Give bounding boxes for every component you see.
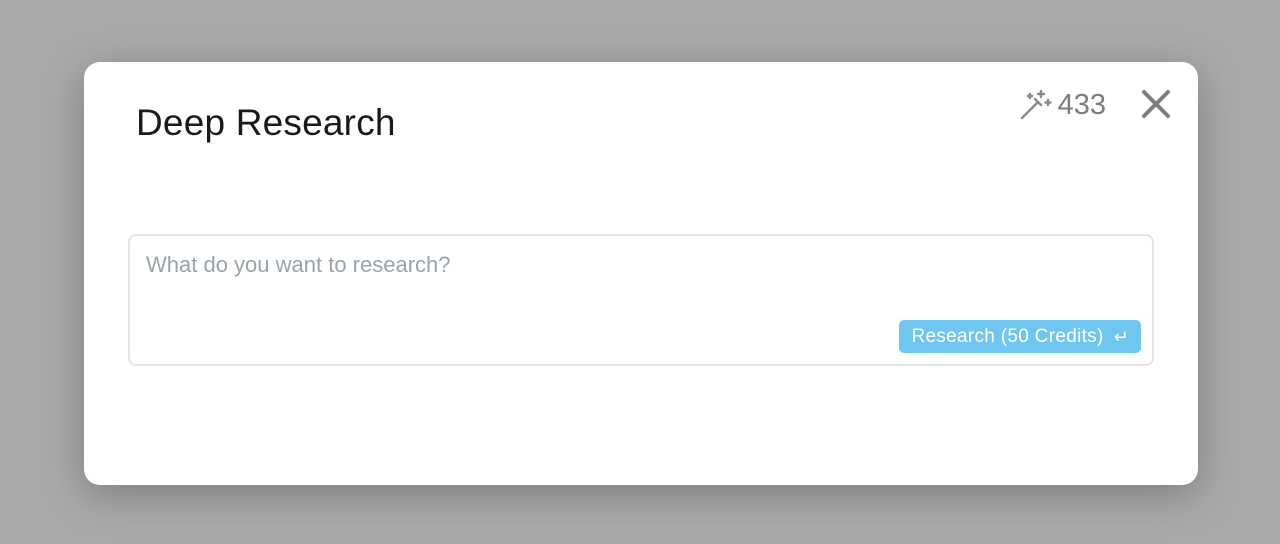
research-input-container: Research (50 Credits) ↵ (128, 234, 1154, 366)
magic-wand-icon (1018, 88, 1052, 122)
credits-indicator: 433 (1018, 88, 1106, 122)
enter-icon: ↵ (1113, 326, 1129, 347)
deep-research-modal: Deep Research 433 Resear (84, 62, 1198, 485)
close-button[interactable] (1138, 88, 1174, 124)
research-submit-button[interactable]: Research (50 Credits) ↵ (899, 320, 1141, 353)
close-icon (1141, 89, 1171, 124)
credits-count: 433 (1057, 88, 1106, 121)
modal-title: Deep Research (136, 102, 396, 143)
research-button-label: Research (50 Credits) (911, 325, 1104, 347)
